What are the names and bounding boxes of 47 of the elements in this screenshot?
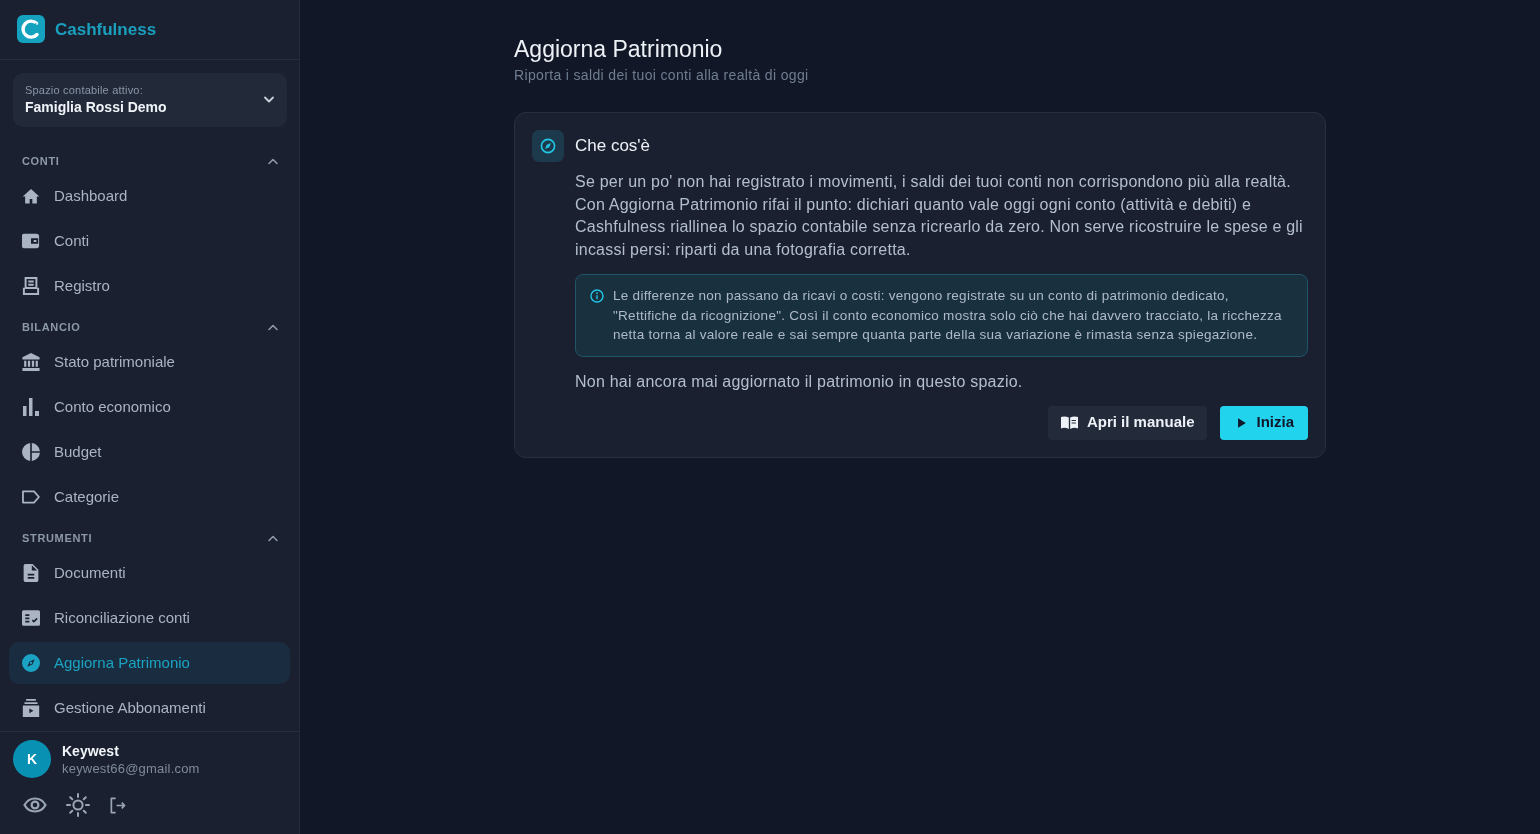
sidebar-item[interactable]: Stato patrimoniale xyxy=(9,340,290,383)
page-title: Aggiorna Patrimonio xyxy=(514,35,724,64)
home-icon xyxy=(22,186,40,205)
section-heading: BILANCIO xyxy=(22,319,81,335)
sidebar-item[interactable]: Gestione Abbonamenti xyxy=(9,686,290,729)
play-icon xyxy=(1236,416,1248,429)
manual-button[interactable]: Apri il manuale xyxy=(1047,405,1208,440)
field-label: Spazio contabile attivo: xyxy=(25,82,144,97)
sidebar-item[interactable]: Aggiorna Patrimonio xyxy=(9,641,290,684)
section-heading: CONTI xyxy=(22,153,60,169)
user-email: keywest66@gmail.com xyxy=(62,759,200,777)
avatar: K xyxy=(13,740,51,779)
note-text: Le differenze non passano da ricavi o costi: vengono registrate su un conto di patrimonio dedicato, "Rettifiche da ricognizione". Così il conto economico mostra solo ciò che hai davvero tracciato, la ricchezza netta torna al valore reale e sai sempre quanta parte della sua variazione è rimasta senza spiegazione. xyxy=(613,287,1283,344)
receipt-icon xyxy=(22,276,40,295)
brand-name: Cashfulness xyxy=(55,18,157,41)
user-name: Keywest xyxy=(62,741,120,760)
document-icon xyxy=(22,563,40,582)
sidebar-item[interactable]: Conto economico xyxy=(9,385,290,428)
wallet-icon xyxy=(22,231,40,250)
play-box-icon xyxy=(22,698,40,717)
info-icon xyxy=(590,289,604,303)
status-text: Non hai ancora mai aggiornato il patrimonio in questo spazio. xyxy=(575,371,1024,392)
compass-icon xyxy=(22,653,40,672)
sidebar-item[interactable]: Conti xyxy=(9,219,290,262)
description-text: Se per un po' non hai registrato i movimenti, i saldi dei tuoi conti non corrispondono più alla realtà. Con Aggiorna Patrimonio rifai il punto: dichiari quanto vale oggi ogni conto (attività e debiti) e Cashfulness riallinea lo spazio contabile senza ricrearlo da zero. Non serve ricostruire le spese e gli incassi persi: riparti da una fotografia corretta. xyxy=(575,172,1304,260)
bar-chart-icon xyxy=(22,397,40,416)
section-heading: STRUMENTI xyxy=(22,530,93,546)
sidebar-item[interactable]: Documenti xyxy=(9,551,290,594)
workspace-dropdown[interactable]: Spazio contabile attivo: Famiglia Rossi Demo xyxy=(13,72,287,127)
book-icon xyxy=(1060,414,1078,431)
sidebar-item[interactable]: Categorie xyxy=(9,475,290,518)
sidebar-item[interactable]: Dashboard xyxy=(9,174,290,217)
pie-chart-icon xyxy=(22,442,40,461)
sidebar-item[interactable]: Riconciliazione conti xyxy=(9,596,290,639)
start-button[interactable]: Inizia xyxy=(1220,405,1308,440)
selected-workspace: Famiglia Rossi Demo xyxy=(25,97,167,117)
card-title: Che cos'è xyxy=(575,135,652,157)
logo-icon xyxy=(17,15,45,44)
sidebar-item[interactable]: Registro xyxy=(9,264,290,307)
bank-icon xyxy=(22,352,40,371)
sun-icon[interactable] xyxy=(66,793,90,818)
sidebar-item[interactable]: Budget xyxy=(9,430,290,473)
checklist-icon xyxy=(22,608,40,627)
eye-icon[interactable] xyxy=(23,797,47,814)
compass-icon xyxy=(532,130,564,162)
page-subtitle: Riporta i saldi dei tuoi conti alla realtà di oggi xyxy=(514,66,810,85)
logout-icon[interactable] xyxy=(109,796,126,814)
